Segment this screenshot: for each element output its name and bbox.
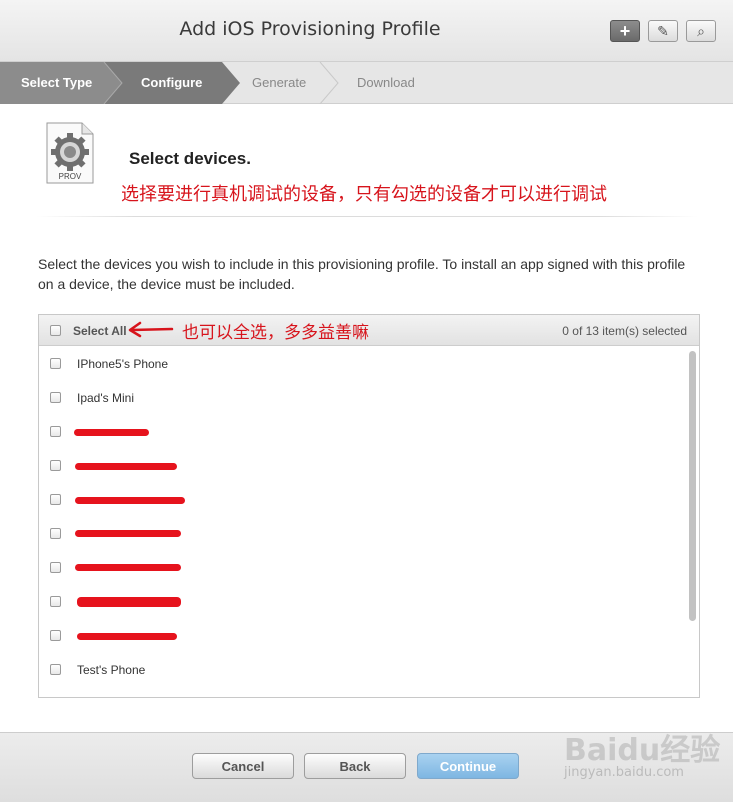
continue-button[interactable]: Continue [417,753,519,779]
list-scrollbar[interactable] [689,351,696,621]
prov-icon-label: PROV [59,172,82,181]
baidu-watermark: Baidu经验 jingyan.baidu.com [560,725,730,787]
device-checkbox[interactable] [50,596,61,607]
add-button[interactable]: + [610,20,640,42]
redaction-mark [77,597,181,607]
step-generate: Generate [252,75,307,90]
redaction-mark [74,429,149,436]
redaction-mark [75,497,185,504]
window-title: Add iOS Provisioning Profile [179,18,441,40]
device-name: Ipad's Mini [77,391,134,405]
step-select-type: Select Type [21,75,93,90]
selection-count: 0 of 13 item(s) selected [562,324,687,338]
device-row[interactable]: IPhone5's Phone [39,347,679,381]
watermark-brand: Baidu经验 [564,733,721,768]
step-configure: Configure [141,75,203,90]
device-row[interactable] [39,517,679,551]
device-name: Test's Phone [77,663,146,677]
device-checkbox[interactable] [50,562,61,573]
edit-button[interactable]: ✎ [648,20,678,42]
device-row[interactable] [39,483,679,517]
annotation-select-devices: 选择要进行真机调试的设备，只有勾选的设备才可以进行调试 [121,184,607,205]
device-checkbox[interactable] [50,664,61,675]
annotation-arrow-icon [128,321,174,338]
header-divider [36,216,698,217]
step-download: Download [357,75,415,90]
search-icon: ⌕ [697,22,705,39]
cancel-button[interactable]: Cancel [192,753,294,779]
device-row[interactable]: Test's Phone [39,653,679,687]
device-row[interactable] [39,585,679,619]
redaction-mark [75,564,181,571]
redaction-mark [75,463,177,470]
device-checkbox[interactable] [50,630,61,641]
plus-icon: + [619,20,631,41]
redaction-mark [75,530,181,537]
device-checkbox[interactable] [50,494,61,505]
provisioning-profile-icon: PROV [46,122,94,184]
device-list-panel: Select All 0 of 13 item(s) selected IPho… [38,314,700,698]
select-all-label[interactable]: Select All [73,324,127,338]
search-button[interactable]: ⌕ [686,20,716,42]
step-divider [319,62,339,104]
pencil-icon: ✎ [657,22,669,39]
device-checkbox[interactable] [50,358,61,369]
device-checkbox[interactable] [50,426,61,437]
device-row[interactable]: Ipad's Mini [39,381,679,415]
step-progress-bar: Select Type Configure Generate Download [0,62,733,104]
select-all-checkbox[interactable] [50,325,61,336]
device-row[interactable] [39,415,679,449]
description-text: Select the devices you wish to include i… [38,256,686,292]
title-bar: Add iOS Provisioning Profile + ✎ ⌕ [0,0,733,62]
back-button[interactable]: Back [304,753,406,779]
device-checkbox[interactable] [50,392,61,403]
annotation-select-all: 也可以全选，多多益善嘛 [182,323,369,343]
redaction-mark [77,633,177,640]
watermark-url: jingyan.baidu.com [564,765,684,780]
device-row[interactable] [39,551,679,585]
device-name: IPhone5's Phone [77,357,169,371]
page-title: Select devices. [129,149,251,168]
device-checkbox[interactable] [50,460,61,471]
device-checkbox[interactable] [50,528,61,539]
device-row[interactable] [39,449,679,483]
device-row[interactable] [39,619,679,653]
